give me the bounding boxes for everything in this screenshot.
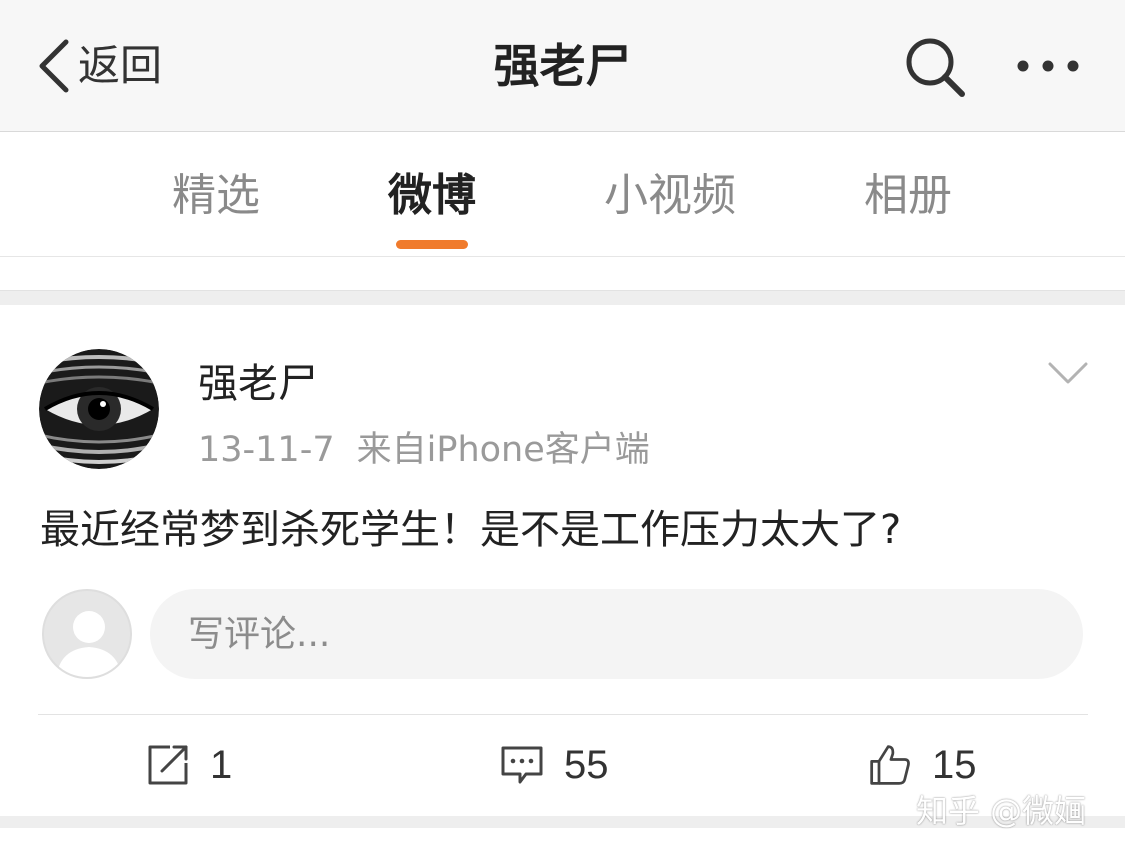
top-navigation-bar: 返回 强老尸 — [0, 0, 1125, 132]
section-separator — [0, 290, 1125, 305]
tab-album[interactable]: 相册 — [862, 161, 954, 231]
comment-input[interactable] — [150, 589, 1083, 679]
back-button[interactable]: 返回 — [34, 30, 162, 102]
comment-icon — [501, 746, 543, 784]
comment-button[interactable]: 55 — [500, 734, 609, 796]
post-content: 最近经常梦到杀死学生！是不是工作压力太大了? — [40, 507, 902, 553]
tab-weibo[interactable]: 微博 — [386, 161, 478, 231]
repost-icon — [148, 745, 188, 785]
search-icon[interactable] — [902, 34, 968, 100]
tabs-divider — [0, 256, 1125, 257]
default-user-icon — [56, 611, 122, 677]
post-source: 来自iPhone客户端 — [356, 430, 650, 470]
thumbs-up-icon — [870, 745, 910, 785]
my-avatar — [42, 589, 132, 679]
actions-divider — [38, 714, 1088, 715]
chevron-down-icon[interactable] — [1046, 356, 1090, 390]
active-tab-indicator — [396, 240, 468, 249]
repost-button[interactable]: 1 — [146, 734, 232, 796]
tab-short-videos[interactable]: 小视频 — [600, 161, 740, 231]
like-button[interactable]: 15 — [868, 734, 977, 796]
eye-avatar-image — [39, 349, 159, 469]
weibo-profile-page: 返回 强老尸 精选 微博 小视频 相册 强老尸 13-11-7 来自iPhone… — [0, 0, 1125, 857]
author-name[interactable]: 强老尸 — [198, 356, 318, 412]
zhihu-watermark: 知乎 @微婳 — [916, 792, 1087, 830]
more-dots-icon[interactable] — [1012, 44, 1084, 88]
profile-tabs: 精选 微博 小视频 相册 — [0, 133, 1125, 257]
post-date: 13-11-7 — [198, 430, 335, 470]
tab-featured[interactable]: 精选 — [170, 161, 262, 231]
chevron-left-icon — [39, 39, 69, 93]
repost-count: 1 — [210, 742, 233, 787]
author-avatar[interactable] — [39, 349, 159, 469]
back-label: 返回 — [78, 41, 163, 90]
comment-count: 55 — [564, 742, 609, 787]
post-meta: 13-11-7 来自iPhone客户端 — [198, 424, 650, 476]
like-count: 15 — [932, 742, 977, 787]
